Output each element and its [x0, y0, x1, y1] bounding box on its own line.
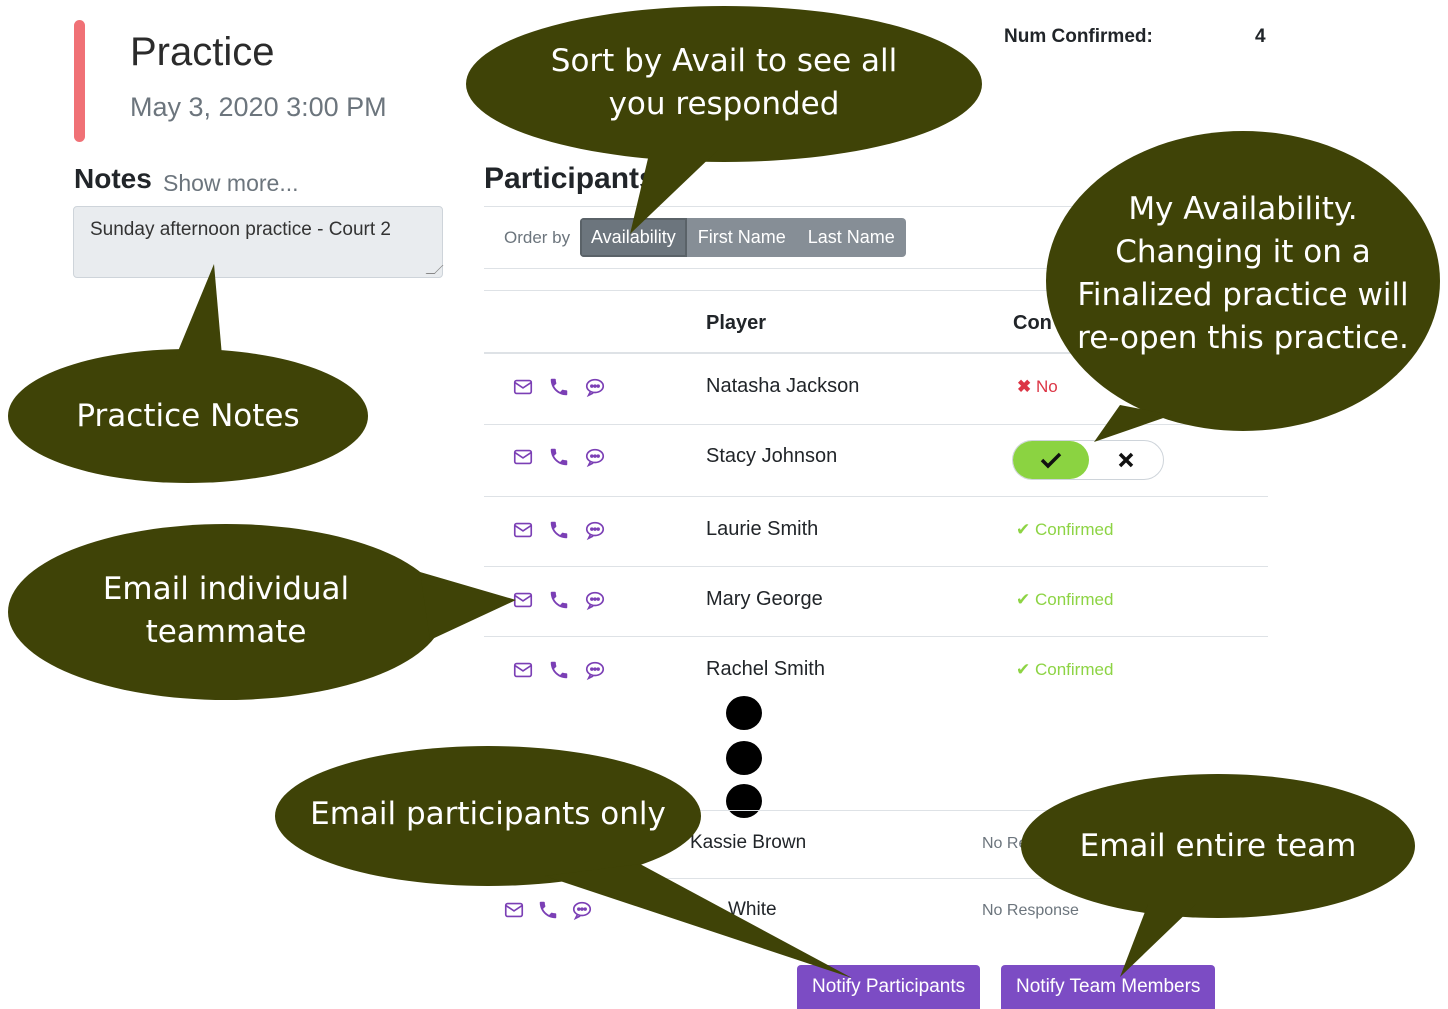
callout-email-pointer [420, 572, 516, 640]
callout-notes-text: Practice Notes [76, 398, 300, 434]
callout-availability-text: My Availability. Changing it on a Finali… [1077, 191, 1409, 356]
callout-sort-text: Sort by Avail to see all you responded [550, 43, 898, 122]
callout-sort-pointer [630, 150, 718, 234]
callout-participants-text: Email participants only [310, 796, 666, 832]
callout-notes-pointer [176, 264, 222, 356]
callout-participants-pointer [545, 864, 852, 978]
callout-email-text: Email individual teammate [102, 571, 350, 650]
callout-team-text: Email entire team [1079, 828, 1357, 864]
callout-team-pointer [1120, 904, 1196, 977]
